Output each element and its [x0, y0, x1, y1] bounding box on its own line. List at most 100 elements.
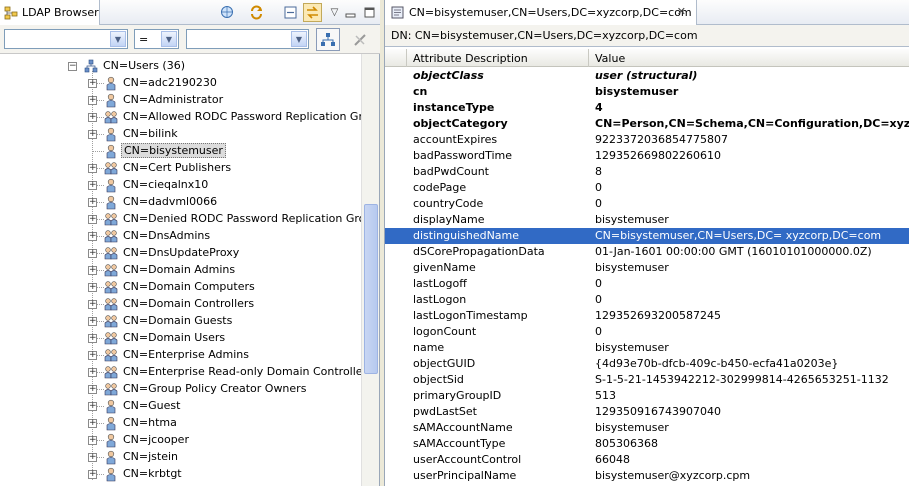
attribute-value[interactable]: {4d93e70b-dfcb-409c-b450-ecfa41a0203e} — [595, 357, 909, 370]
maximize-view-button[interactable] — [360, 3, 379, 22]
tree-node[interactable]: + CN=htma — [0, 415, 361, 432]
ldap-tree[interactable]: − CN=Users (36) + CN=adc2190230 + CN=Admini… — [0, 54, 361, 486]
expand-toggle-icon[interactable]: + — [88, 113, 97, 122]
column-header-attribute[interactable]: Attribute Description — [407, 49, 589, 67]
expand-toggle-icon[interactable]: + — [88, 266, 97, 275]
operator-combo[interactable]: = ▼ — [134, 29, 179, 49]
expand-toggle-icon[interactable]: + — [88, 198, 97, 207]
expand-toggle-icon[interactable]: + — [88, 300, 97, 309]
collapse-toggle-icon[interactable]: − — [68, 62, 77, 71]
table-row[interactable]: name bisystemuser — [385, 340, 909, 356]
attribute-value[interactable]: 0 — [595, 181, 909, 194]
expand-toggle-icon[interactable]: + — [88, 351, 97, 360]
expand-toggle-icon[interactable]: + — [88, 436, 97, 445]
table-row[interactable]: sAMAccountName bisystemuser — [385, 420, 909, 436]
tab-entry-editor[interactable]: CN=bisystemuser,CN=Users,DC=xyzcorp,DC=c… — [385, 0, 697, 25]
table-row[interactable]: objectSid S-1-5-21-1453942212-302999814-4… — [385, 372, 909, 388]
attribute-value[interactable]: 0 — [595, 197, 909, 210]
close-icon[interactable]: ✕ — [677, 5, 686, 18]
apply-filter-button[interactable] — [316, 28, 340, 51]
attribute-value[interactable]: user (structural) — [595, 69, 909, 82]
table-row[interactable]: badPasswordTime 129352669802260610 — [385, 148, 909, 164]
attribute-value[interactable]: S-1-5-21-1453942212-302999814-4265653251… — [595, 373, 909, 386]
tree-node[interactable]: + CN=Domain Controllers — [0, 296, 361, 313]
attribute-value[interactable]: CN=Person,CN=Schema,CN=Configuration,DC=… — [595, 117, 909, 130]
tree-scrollbar-thumb[interactable] — [364, 204, 378, 374]
attribute-value[interactable]: 01-Jan-1601 00:00:00 GMT (16010101000000… — [595, 245, 909, 258]
new-connection-button[interactable] — [218, 3, 237, 22]
tree-node[interactable]: + CN=bilink — [0, 126, 361, 143]
table-row[interactable]: displayName bisystemuser — [385, 212, 909, 228]
expand-toggle-icon[interactable]: + — [88, 368, 97, 377]
tree-node[interactable]: + CN=cieqalnx10 — [0, 177, 361, 194]
expand-toggle-icon[interactable]: + — [88, 453, 97, 462]
attribute-value[interactable]: bisystemuser — [595, 261, 909, 274]
attribute-value[interactable]: bisystemuser — [595, 341, 909, 354]
expand-toggle-icon[interactable]: + — [88, 249, 97, 258]
attribute-value[interactable]: 66048 — [595, 453, 909, 466]
attribute-value[interactable]: 8 — [595, 165, 909, 178]
table-row[interactable]: lastLogon 0 — [385, 292, 909, 308]
link-with-editor-button[interactable] — [303, 3, 322, 22]
attribute-value[interactable]: 805306368 — [595, 437, 909, 450]
table-row[interactable]: userPrincipalName bisystemuser@xyzcorp.cp… — [385, 468, 909, 484]
tree-node[interactable]: + CN=Enterprise Admins — [0, 347, 361, 364]
table-row[interactable]: logonCount 0 — [385, 324, 909, 340]
attribute-value[interactable]: CN=bisystemuser,CN=Users,DC= xyzcorp,DC=… — [595, 229, 909, 242]
tree-node[interactable]: + CN=Administrator — [0, 92, 361, 109]
collapse-all-button[interactable] — [281, 3, 300, 22]
tree-node[interactable]: CN=bisystemuser — [0, 143, 361, 160]
tree-node[interactable]: + CN=Domain Computers — [0, 279, 361, 296]
table-row[interactable]: accountExpires 9223372036854775807 — [385, 132, 909, 148]
tree-node[interactable]: + CN=adc2190230 — [0, 75, 361, 92]
tree-node[interactable]: + CN=Domain Admins — [0, 262, 361, 279]
tree-node[interactable]: + CN=Denied RODC Password Replication Gro… — [0, 211, 361, 228]
minimize-view-button[interactable] — [341, 3, 360, 22]
expand-toggle-icon[interactable]: + — [88, 470, 97, 479]
tree-node[interactable]: + CN=krbtgt — [0, 466, 361, 483]
expand-toggle-icon[interactable]: + — [88, 334, 97, 343]
tree-node[interactable]: + CN=Enterprise Read-only Domain Controll… — [0, 364, 361, 381]
expand-toggle-icon[interactable]: + — [88, 130, 97, 139]
tree-node-users[interactable]: − CN=Users (36) — [0, 58, 361, 75]
expand-toggle-icon[interactable]: + — [88, 79, 97, 88]
table-row[interactable]: dSCorePropagationData 01-Jan-1601 00:00:0… — [385, 244, 909, 260]
table-row[interactable]: givenName bisystemuser — [385, 260, 909, 276]
attribute-value[interactable]: bisystemuser — [595, 213, 909, 226]
tree-node[interactable]: + CN=jcooper — [0, 432, 361, 449]
attribute-value[interactable]: bisystemuser@xyzcorp.cpm — [595, 469, 909, 482]
chevron-down-icon[interactable]: ▼ — [110, 31, 126, 47]
table-row[interactable]: objectGUID {4d93e70b-dfcb-409c-b450-ecfa4… — [385, 356, 909, 372]
table-row[interactable]: sAMAccountType 805306368 — [385, 436, 909, 452]
table-row[interactable]: lastLogonTimestamp 129352693200587245 — [385, 308, 909, 324]
attribute-value[interactable]: 129352693200587245 — [595, 309, 909, 322]
tree-node[interactable]: + CN=Domain Guests — [0, 313, 361, 330]
attribute-value[interactable]: 0 — [595, 293, 909, 306]
expand-toggle-icon[interactable]: + — [88, 317, 97, 326]
table-row[interactable]: cn bisystemuser — [385, 84, 909, 100]
table-row[interactable]: codePage 0 — [385, 180, 909, 196]
refresh-button[interactable] — [247, 3, 266, 22]
expand-toggle-icon[interactable]: + — [88, 385, 97, 394]
expand-toggle-icon[interactable]: + — [88, 215, 97, 224]
filter-value-combo[interactable]: ▼ — [186, 29, 309, 49]
table-row[interactable]: userAccountControl 66048 — [385, 452, 909, 468]
expand-toggle-icon[interactable]: + — [88, 419, 97, 428]
attribute-value[interactable]: bisystemuser — [595, 421, 909, 434]
tree-node[interactable]: + CN=Allowed RODC Password Replication Gr… — [0, 109, 361, 126]
tree-node[interactable]: + CN=jstein — [0, 449, 361, 466]
expand-toggle-icon[interactable]: + — [88, 232, 97, 241]
table-row[interactable]: objectClass user (structural) — [385, 68, 909, 84]
column-header-value[interactable]: Value — [589, 49, 909, 67]
expand-toggle-icon[interactable]: + — [88, 402, 97, 411]
expand-toggle-icon[interactable]: + — [88, 283, 97, 292]
tab-ldap-browser[interactable]: LDAP Browser — [0, 0, 100, 25]
table-row[interactable]: pwdLastSet 129350916743907040 — [385, 404, 909, 420]
tree-node[interactable]: + CN=Guest — [0, 398, 361, 415]
attribute-value[interactable]: 9223372036854775807 — [595, 133, 909, 146]
attribute-value[interactable]: 0 — [595, 325, 909, 338]
attribute-value[interactable]: 513 — [595, 389, 909, 402]
table-row[interactable]: distinguishedName CN=bisystemuser,CN=User… — [385, 228, 909, 244]
clear-filter-button[interactable] — [348, 28, 372, 51]
attribute-table[interactable]: Attribute Description Value objectClass u… — [385, 49, 909, 486]
